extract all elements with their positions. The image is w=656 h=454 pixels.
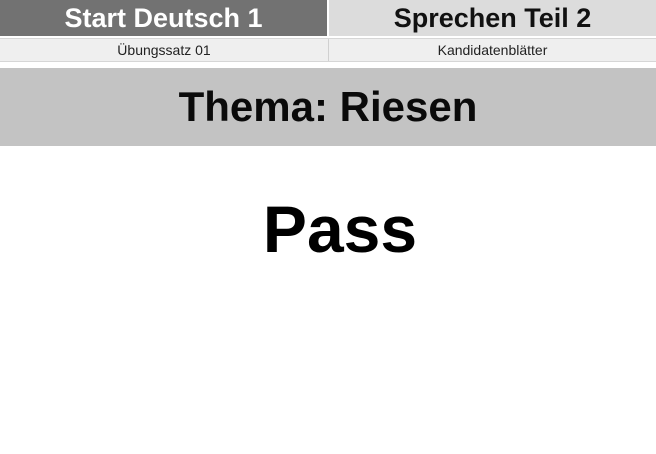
card-keyword: Pass bbox=[262, 192, 418, 266]
exam-title: Start Deutsch 1 bbox=[0, 0, 329, 36]
exam-subheader: Übungssatz 01 Kandidatenblätter bbox=[0, 38, 656, 62]
candidate-sheets-label: Kandidatenblätter bbox=[437, 42, 548, 58]
exam-header: Start Deutsch 1 Sprechen Teil 2 bbox=[0, 0, 656, 36]
theme-title: Thema: Riesen bbox=[178, 83, 478, 130]
theme-band: Thema: Riesen bbox=[0, 68, 656, 146]
practice-set-label: Übungssatz 01 bbox=[0, 39, 329, 61]
exam-part-title: Sprechen Teil 2 bbox=[329, 0, 656, 36]
candidate-card-page: Start Deutsch 1 Sprechen Teil 2 Übungssa… bbox=[0, 0, 656, 454]
